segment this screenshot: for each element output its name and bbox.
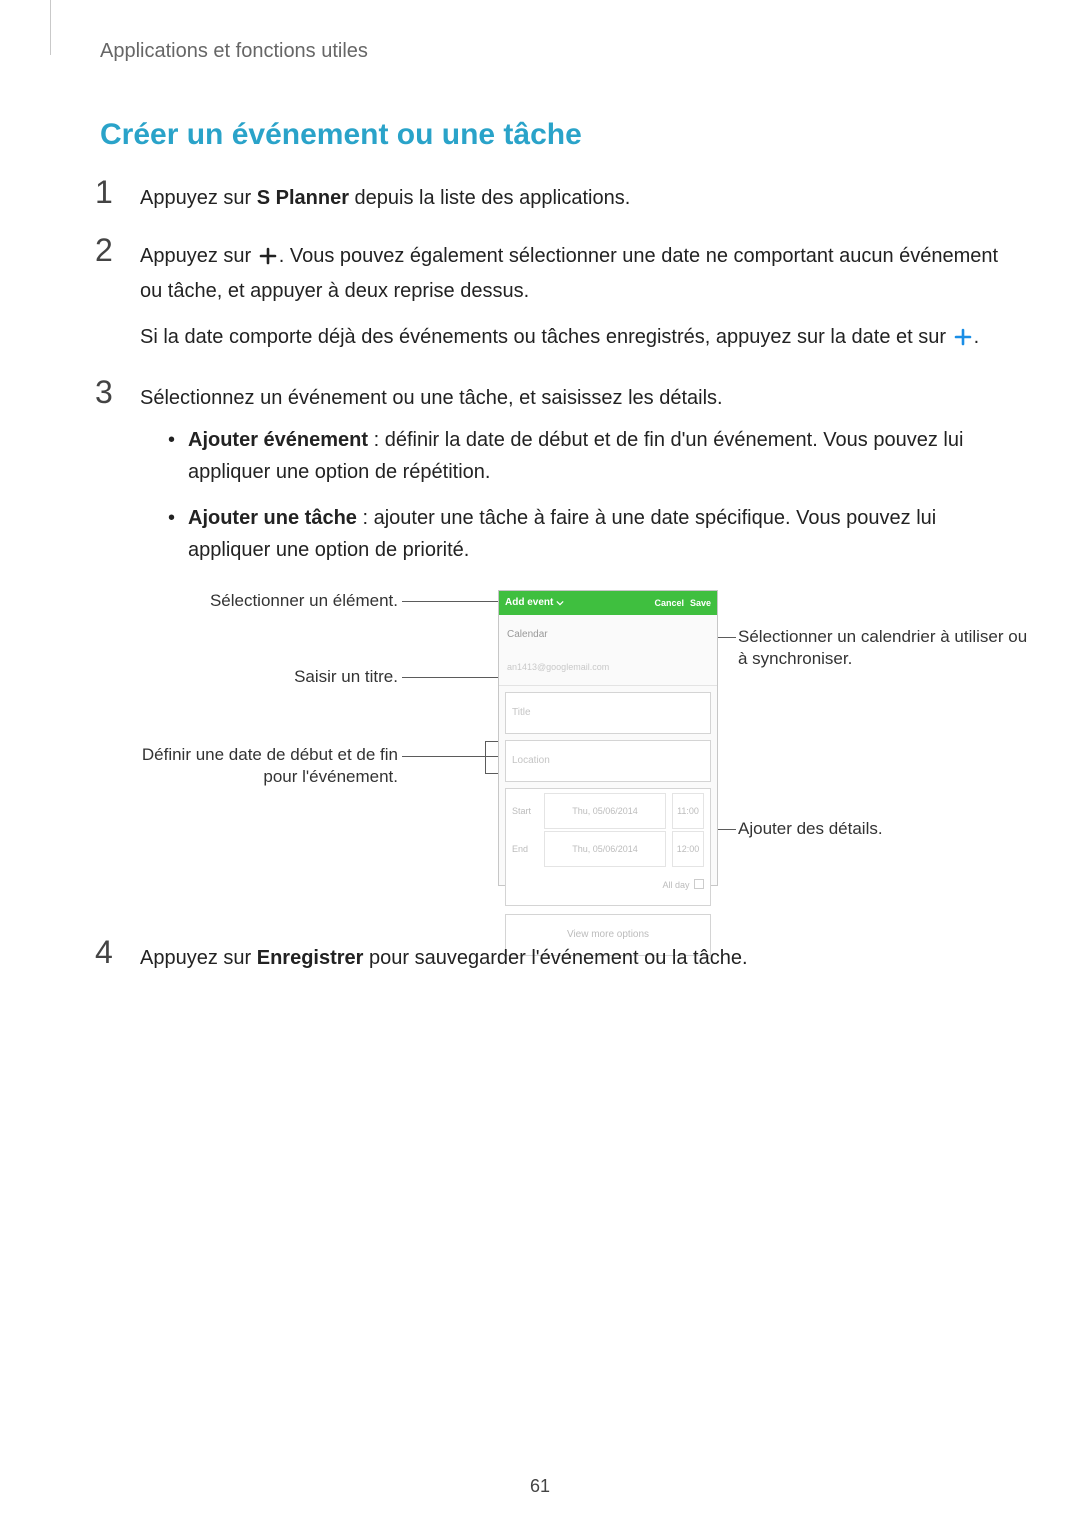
location-field[interactable]: Location bbox=[505, 740, 711, 782]
leader-branch bbox=[485, 773, 499, 774]
calendar-selector[interactable]: Calendar an1413@googlemail.com bbox=[499, 615, 717, 686]
phone-header: Add event Cancel Save bbox=[499, 591, 717, 615]
start-time[interactable]: 11:00 bbox=[672, 793, 704, 829]
leader-line bbox=[716, 637, 736, 638]
step2b-post: . bbox=[974, 326, 980, 348]
margin-rule bbox=[50, 0, 51, 55]
start-date[interactable]: Thu, 05/06/2014 bbox=[544, 793, 666, 829]
plus-icon bbox=[259, 243, 277, 275]
step3-bullets: Ajouter événement : définir la date de d… bbox=[168, 424, 1000, 566]
step4-bold: Enregistrer bbox=[257, 947, 364, 969]
step3-intro: Sélectionnez un événement ou une tâche, … bbox=[140, 387, 723, 409]
breadcrumb: Applications et fonctions utiles bbox=[100, 40, 1000, 63]
leader-line bbox=[402, 601, 498, 602]
bullet2-bold: Ajouter une tâche bbox=[188, 507, 357, 529]
header-buttons: Cancel Save bbox=[654, 587, 711, 619]
save-button[interactable]: Save bbox=[690, 587, 711, 619]
steps-list: Appuyez sur S Planner depuis la liste de… bbox=[100, 182, 1000, 974]
calendar-label: Calendar bbox=[507, 619, 709, 651]
step-2: Appuyez sur . Vous pouvez également séle… bbox=[100, 240, 1000, 356]
step-1: Appuyez sur S Planner depuis la liste de… bbox=[100, 182, 1000, 214]
label-set-dates: Définir une date de début et de fin pour… bbox=[140, 744, 398, 788]
start-label: Start bbox=[512, 795, 538, 827]
step2b-pre: Si la date comporte déjà des événements … bbox=[140, 326, 952, 348]
leader-line-vertical bbox=[485, 741, 486, 773]
add-event-tab[interactable]: Add event bbox=[505, 587, 564, 619]
step2a-pre: Appuyez sur bbox=[140, 245, 257, 267]
step1-post: depuis la liste des applications. bbox=[349, 187, 630, 209]
end-time[interactable]: 12:00 bbox=[672, 831, 704, 867]
label-select-calendar: Sélectionner un calendrier à utiliser ou… bbox=[738, 626, 1038, 670]
dates-block: Start Thu, 05/06/2014 11:00 End Thu, 05/… bbox=[505, 788, 711, 906]
leader-line bbox=[402, 756, 498, 757]
chevron-down-icon bbox=[556, 599, 564, 607]
start-row[interactable]: Start Thu, 05/06/2014 11:00 bbox=[512, 793, 704, 829]
leader-line bbox=[716, 829, 736, 830]
step-4: Appuyez sur Enregistrer pour sauvegarder… bbox=[100, 942, 1000, 974]
cancel-button[interactable]: Cancel bbox=[654, 587, 684, 619]
leader-branch bbox=[485, 741, 499, 742]
leader-line bbox=[402, 677, 498, 678]
phone-mockup: Add event Cancel Save Calendar an1413@go… bbox=[498, 590, 718, 886]
step1-pre: Appuyez sur bbox=[140, 187, 257, 209]
label-add-details: Ajouter des détails. bbox=[738, 818, 998, 840]
screenshot-diagram: Sélectionner un élément. Saisir un titre… bbox=[140, 586, 1000, 916]
add-event-label: Add event bbox=[505, 587, 553, 619]
end-label: End bbox=[512, 833, 538, 865]
step1-bold: S Planner bbox=[257, 187, 349, 209]
all-day-row[interactable]: All day bbox=[512, 869, 704, 901]
step-3: Sélectionnez un événement ou une tâche, … bbox=[100, 382, 1000, 916]
section-title: Créer un événement ou une tâche bbox=[100, 118, 1000, 152]
title-field[interactable]: Title bbox=[505, 692, 711, 734]
end-row[interactable]: End Thu, 05/06/2014 12:00 bbox=[512, 831, 704, 867]
step4-post: pour sauvegarder l'événement ou la tâche… bbox=[363, 947, 747, 969]
step3-bullet2: Ajouter une tâche : ajouter une tâche à … bbox=[168, 502, 1000, 566]
end-date[interactable]: Thu, 05/06/2014 bbox=[544, 831, 666, 867]
all-day-label: All day bbox=[662, 880, 689, 890]
calendar-account: an1413@googlemail.com bbox=[507, 651, 709, 683]
manual-page: Applications et fonctions utiles Créer u… bbox=[0, 0, 1080, 1527]
plus-icon-blue bbox=[954, 324, 972, 356]
step4-pre: Appuyez sur bbox=[140, 947, 257, 969]
label-enter-title: Saisir un titre. bbox=[188, 666, 398, 688]
label-select-element: Sélectionner un élément. bbox=[188, 590, 398, 612]
bullet1-bold: Ajouter événement bbox=[188, 429, 368, 451]
all-day-checkbox[interactable] bbox=[694, 879, 704, 889]
page-number: 61 bbox=[0, 1476, 1080, 1497]
step3-bullet1: Ajouter événement : définir la date de d… bbox=[168, 424, 1000, 488]
